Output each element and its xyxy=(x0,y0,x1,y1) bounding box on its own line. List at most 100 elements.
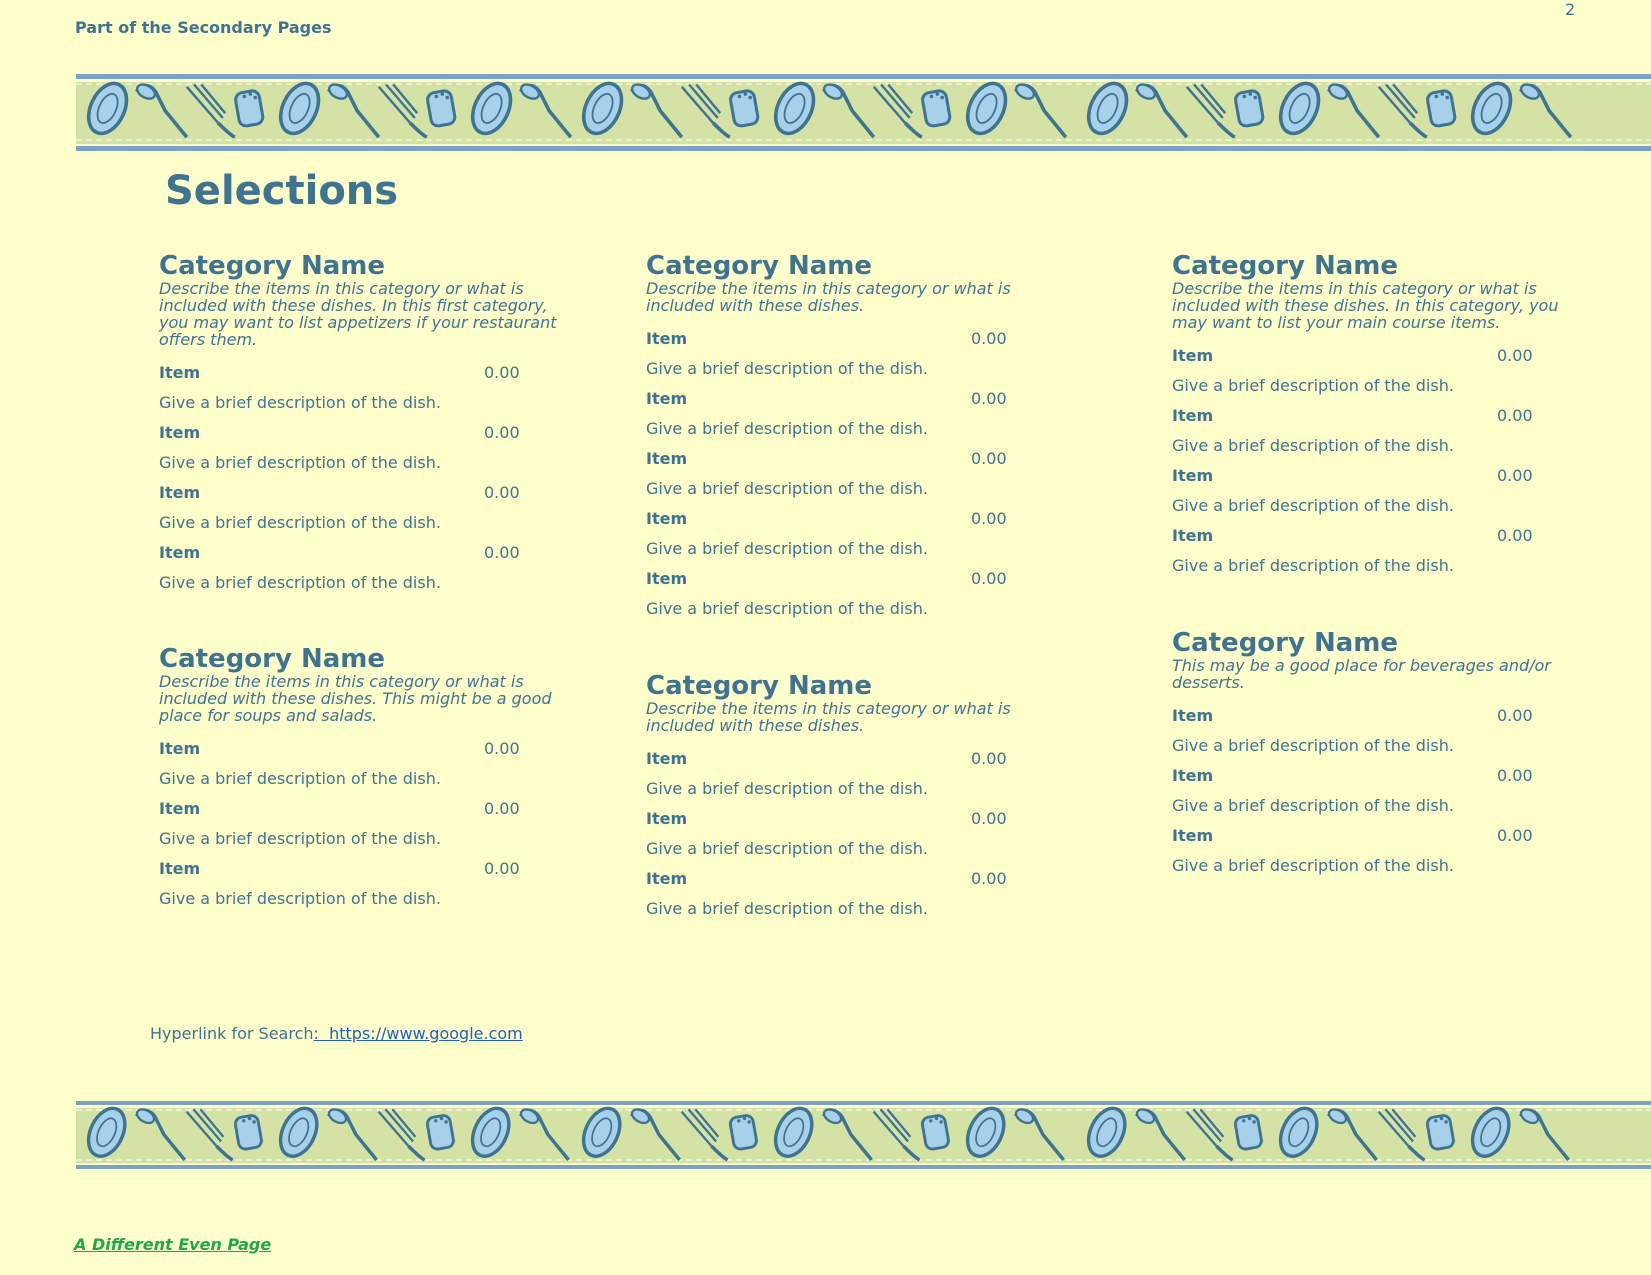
category-column2-second: Category Name Describe the items in this… xyxy=(646,670,1046,924)
category-name: Category Name xyxy=(1172,628,1399,658)
salt-shaker-icon xyxy=(234,89,265,128)
item-price: 0.00 xyxy=(1497,406,1533,425)
item-price: 0.00 xyxy=(971,869,1007,888)
item-description: Give a brief description of the dish. xyxy=(1172,496,1454,515)
salt-shaker-icon xyxy=(729,89,760,128)
hyperlink-label: Hyperlink for Search xyxy=(150,1024,314,1043)
page-number: 2 xyxy=(1565,0,1576,19)
item-name: Item xyxy=(1172,826,1214,845)
item-description: Give a brief description of the dish. xyxy=(159,393,441,412)
item-name: Item xyxy=(159,543,201,562)
salt-shaker-icon xyxy=(426,89,457,128)
menu-item: Item 0.00 Give a brief description of the… xyxy=(646,744,1046,804)
item-name: Item xyxy=(159,799,201,818)
item-name: Item xyxy=(646,809,688,828)
salt-shaker-icon xyxy=(920,1114,950,1151)
item-description: Give a brief description of the dish. xyxy=(1172,856,1454,875)
category-description: Describe the items in this category or w… xyxy=(646,699,1011,735)
menu-item: Item 0.00 Give a brief description of the… xyxy=(1172,341,1572,401)
item-name: Item xyxy=(646,509,688,528)
item-description: Give a brief description of the dish. xyxy=(159,829,441,848)
item-price: 0.00 xyxy=(1497,826,1533,845)
category-description: Describe the items in this category or w… xyxy=(1172,279,1559,332)
item-name: Item xyxy=(159,859,201,878)
item-price: 0.00 xyxy=(1497,526,1533,545)
item-name: Item xyxy=(646,749,688,768)
menu-item: Item 0.00 Give a brief description of the… xyxy=(646,864,1046,924)
menu-item: Item 0.00 Give a brief description of the… xyxy=(159,538,559,598)
menu-item: Item 0.00 Give a brief description of the… xyxy=(1172,761,1572,821)
item-price: 0.00 xyxy=(484,363,520,382)
item-name: Item xyxy=(646,869,688,888)
salt-shaker-icon xyxy=(1426,89,1457,128)
item-description: Give a brief description of the dish. xyxy=(646,479,928,498)
item-description: Give a brief description of the dish. xyxy=(159,513,441,532)
item-price: 0.00 xyxy=(971,809,1007,828)
category-name: Category Name xyxy=(159,251,386,281)
item-name: Item xyxy=(1172,346,1214,365)
item-price: 0.00 xyxy=(484,483,520,502)
item-price: 0.00 xyxy=(971,509,1007,528)
item-name: Item xyxy=(1172,406,1214,425)
salt-shaker-icon xyxy=(728,1114,758,1151)
item-price: 0.00 xyxy=(1497,766,1533,785)
salt-shaker-icon xyxy=(425,1114,455,1151)
category-description: This may be a good place for beverages a… xyxy=(1172,656,1551,692)
different-even-page-link[interactable]: A Different Even Page xyxy=(74,1235,271,1254)
category-beverages-desserts: Category Name This may be a good place f… xyxy=(1172,627,1572,881)
menu-item: Item 0.00 Give a brief description of the… xyxy=(1172,461,1572,521)
item-description: Give a brief description of the dish. xyxy=(159,889,441,908)
category-soups-salads: Category Name Describe the items in this… xyxy=(159,643,559,914)
item-description: Give a brief description of the dish. xyxy=(1172,796,1454,815)
category-description: Describe the items in this category or w… xyxy=(159,672,552,725)
category-name: Category Name xyxy=(646,251,873,281)
menu-item: Item 0.00 Give a brief description of the… xyxy=(159,418,559,478)
menu-item: Item 0.00 Give a brief description of the… xyxy=(1172,401,1572,461)
menu-item: Item 0.00 Give a brief description of the… xyxy=(646,324,1046,384)
item-price: 0.00 xyxy=(971,749,1007,768)
item-price: 0.00 xyxy=(1497,346,1533,365)
google-search-link[interactable]: : https://www.google.com xyxy=(314,1024,523,1043)
item-name: Item xyxy=(159,739,201,758)
category-appetizers: Category Name Describe the items in this… xyxy=(159,250,559,598)
menu-item: Item 0.00 Give a brief description of the… xyxy=(159,358,559,418)
category-description: Describe the items in this category or w… xyxy=(646,279,1011,315)
item-description: Give a brief description of the dish. xyxy=(159,573,441,592)
item-description: Give a brief description of the dish. xyxy=(646,839,928,858)
salt-shaker-icon xyxy=(233,1114,263,1151)
item-description: Give a brief description of the dish. xyxy=(159,769,441,788)
salt-shaker-icon xyxy=(921,89,952,128)
item-name: Item xyxy=(646,329,688,348)
menu-item: Item 0.00 Give a brief description of the… xyxy=(1172,521,1572,581)
menu-item: Item 0.00 Give a brief description of the… xyxy=(646,384,1046,444)
menu-item: Item 0.00 Give a brief description of the… xyxy=(159,734,559,794)
menu-item: Item 0.00 Give a brief description of the… xyxy=(646,444,1046,504)
item-description: Give a brief description of the dish. xyxy=(1172,436,1454,455)
item-description: Give a brief description of the dish. xyxy=(1172,736,1454,755)
item-description: Give a brief description of the dish. xyxy=(1172,376,1454,395)
menu-item: Item 0.00 Give a brief description of the… xyxy=(646,504,1046,564)
item-name: Item xyxy=(159,423,201,442)
salt-shaker-icon xyxy=(1233,1114,1263,1151)
item-price: 0.00 xyxy=(971,389,1007,408)
salt-shaker-icon xyxy=(1425,1114,1455,1151)
menu-item: Item 0.00 Give a brief description of the… xyxy=(646,804,1046,864)
item-description: Give a brief description of the dish. xyxy=(1172,556,1454,575)
top-tableware-banner xyxy=(76,74,1651,154)
menu-item: Item 0.00 Give a brief description of the… xyxy=(159,478,559,538)
hyperlink-line: Hyperlink for Search: https://www.google… xyxy=(150,1024,523,1043)
category-name: Category Name xyxy=(1172,251,1399,281)
category-name: Category Name xyxy=(159,644,386,674)
category-name: Category Name xyxy=(646,671,873,701)
item-description: Give a brief description of the dish. xyxy=(646,779,928,798)
item-description: Give a brief description of the dish. xyxy=(646,539,928,558)
item-name: Item xyxy=(646,389,688,408)
item-price: 0.00 xyxy=(1497,466,1533,485)
item-price: 0.00 xyxy=(484,423,520,442)
menu-item: Item 0.00 Give a brief description of the… xyxy=(159,794,559,854)
item-description: Give a brief description of the dish. xyxy=(646,599,928,618)
menu-item: Item 0.00 Give a brief description of the… xyxy=(159,854,559,914)
item-price: 0.00 xyxy=(971,449,1007,468)
tableware-border-bottom xyxy=(76,1101,1651,1169)
item-description: Give a brief description of the dish. xyxy=(646,419,928,438)
